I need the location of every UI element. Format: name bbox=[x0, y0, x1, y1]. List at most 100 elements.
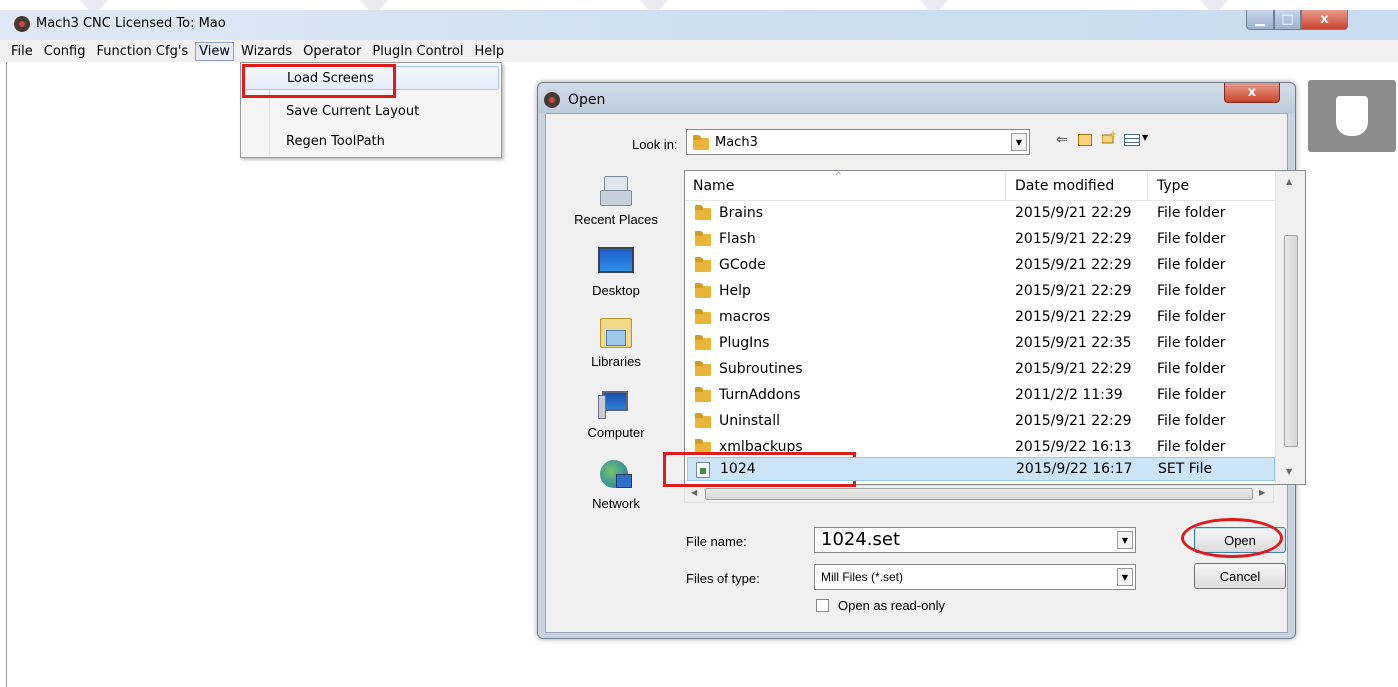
set-file-icon bbox=[696, 462, 710, 478]
chevron-down-icon[interactable]: ▼ bbox=[1011, 133, 1027, 151]
file-type: File folder bbox=[1157, 335, 1226, 351]
file-name: Uninstall bbox=[719, 413, 781, 429]
minimize-button[interactable]: ▁ bbox=[1246, 10, 1274, 30]
file-row-selected[interactable]: 1024 2015/9/22 16:17 SET File bbox=[687, 457, 1275, 481]
place-label: Computer bbox=[587, 425, 645, 440]
file-name: PlugIns bbox=[719, 335, 770, 351]
menu-plugin-control[interactable]: PlugIn Control bbox=[368, 42, 467, 61]
scroll-left-icon[interactable]: ◀ bbox=[691, 488, 697, 497]
file-date: 2015/9/21 22:29 bbox=[1015, 309, 1132, 325]
folder-icon bbox=[695, 231, 711, 246]
file-row[interactable]: TurnAddons 2011/2/2 11:39 File folder bbox=[687, 383, 1275, 409]
file-date: 2015/9/21 22:29 bbox=[1015, 205, 1132, 221]
frame-border bbox=[6, 62, 7, 687]
file-list-header: Name ^ Date modified Type bbox=[685, 171, 1275, 201]
column-date-modified[interactable]: Date modified bbox=[1015, 178, 1114, 194]
scroll-up-icon[interactable]: ▲ bbox=[1286, 177, 1292, 186]
menu-item-save-current-layout[interactable]: Save Current Layout bbox=[243, 100, 499, 124]
cancel-button[interactable]: Cancel bbox=[1194, 563, 1286, 589]
menu-view[interactable]: View bbox=[195, 41, 235, 61]
place-libraries[interactable]: Libraries bbox=[566, 316, 666, 369]
menu-function-cfgs[interactable]: Function Cfg's bbox=[92, 42, 192, 61]
menu-operator[interactable]: Operator bbox=[299, 42, 365, 61]
vertical-scrollbar[interactable]: ▲ ▼ bbox=[1275, 171, 1305, 484]
folder-icon bbox=[695, 413, 711, 428]
horizontal-scrollbar[interactable]: ◀ ▶ bbox=[684, 485, 1274, 503]
file-type: File folder bbox=[1157, 309, 1226, 325]
file-date: 2015/9/22 16:17 bbox=[1016, 461, 1133, 477]
close-icon: x bbox=[1320, 12, 1329, 27]
open-dialog: Open x Look in: Mach3 ▼ ⇐ ▼ Recent Place… bbox=[537, 82, 1306, 639]
file-row[interactable]: Help 2015/9/21 22:29 File folder bbox=[687, 279, 1275, 305]
annotation-box-load-screens bbox=[242, 64, 396, 98]
scrollbar-thumb[interactable] bbox=[1284, 235, 1298, 447]
file-name: Flash bbox=[719, 231, 756, 247]
file-date: 2015/9/21 22:29 bbox=[1015, 257, 1132, 273]
menu-wizards[interactable]: Wizards bbox=[237, 42, 296, 61]
maximize-button[interactable]: □ bbox=[1274, 10, 1301, 30]
desktop-icon bbox=[598, 245, 634, 279]
file-name: 1024 bbox=[720, 461, 756, 477]
usb-drive-icon bbox=[1336, 96, 1368, 136]
chevron-down-icon[interactable]: ▼ bbox=[1117, 531, 1133, 549]
column-type[interactable]: Type bbox=[1157, 178, 1189, 194]
dialog-close-button[interactable]: x bbox=[1224, 83, 1280, 103]
usb-device-widget[interactable] bbox=[1308, 80, 1396, 152]
file-row[interactable]: macros 2015/9/21 22:29 File folder bbox=[687, 305, 1275, 331]
folder-icon bbox=[695, 387, 711, 402]
back-arrow-icon[interactable]: ⇐ bbox=[1056, 132, 1068, 148]
place-computer[interactable]: Computer bbox=[566, 387, 666, 440]
folder-icon bbox=[693, 135, 709, 150]
file-name-input[interactable]: 1024.set ▼ bbox=[814, 527, 1136, 553]
place-label: Recent Places bbox=[574, 212, 658, 227]
views-menu-icon[interactable] bbox=[1124, 134, 1140, 146]
folder-icon bbox=[695, 309, 711, 324]
minimize-icon: ▁ bbox=[1255, 12, 1265, 27]
file-date: 2015/9/21 22:29 bbox=[1015, 413, 1132, 429]
chevron-down-icon[interactable]: ▼ bbox=[1117, 568, 1133, 586]
place-label: Network bbox=[592, 496, 640, 511]
file-type: File folder bbox=[1157, 205, 1226, 221]
file-row[interactable]: Brains 2015/9/21 22:29 File folder bbox=[687, 201, 1275, 227]
app-icon bbox=[14, 16, 30, 32]
files-of-type-select[interactable]: Mill Files (*.set) ▼ bbox=[814, 564, 1136, 590]
read-only-checkbox[interactable] bbox=[816, 599, 829, 612]
column-name[interactable]: Name bbox=[693, 178, 734, 194]
file-row[interactable]: PlugIns 2015/9/21 22:35 File folder bbox=[687, 331, 1275, 357]
close-button[interactable]: x bbox=[1301, 10, 1348, 30]
file-row[interactable]: Subroutines 2015/9/21 22:29 File folder bbox=[687, 357, 1275, 383]
scroll-down-icon[interactable]: ▼ bbox=[1286, 467, 1292, 476]
place-recent-places[interactable]: Recent Places bbox=[566, 174, 666, 227]
menu-item-regen-toolpath[interactable]: Regen ToolPath bbox=[243, 130, 499, 154]
file-list[interactable]: Name ^ Date modified Type Brains 2015/9/… bbox=[684, 170, 1306, 485]
libraries-icon bbox=[598, 316, 634, 350]
close-icon: x bbox=[1247, 85, 1257, 100]
scrollbar-thumb[interactable] bbox=[705, 488, 1253, 500]
place-network[interactable]: Network bbox=[566, 458, 666, 511]
menu-help[interactable]: Help bbox=[471, 42, 509, 61]
files-of-type-label: Files of type: bbox=[686, 571, 760, 586]
file-type: File folder bbox=[1157, 231, 1226, 247]
file-name: TurnAddons bbox=[719, 387, 801, 403]
look-in-label: Look in: bbox=[632, 137, 678, 152]
file-date: 2015/9/21 22:29 bbox=[1015, 361, 1132, 377]
folder-icon bbox=[695, 335, 711, 350]
file-type: File folder bbox=[1157, 257, 1226, 273]
menu-config[interactable]: Config bbox=[40, 42, 90, 61]
file-row[interactable]: GCode 2015/9/21 22:29 File folder bbox=[687, 253, 1275, 279]
file-row[interactable]: Flash 2015/9/21 22:29 File folder bbox=[687, 227, 1275, 253]
file-type: File folder bbox=[1157, 413, 1226, 429]
place-desktop[interactable]: Desktop bbox=[566, 245, 666, 298]
chevron-down-icon[interactable]: ▼ bbox=[1142, 133, 1148, 142]
file-type: File folder bbox=[1157, 439, 1226, 455]
file-name: Brains bbox=[719, 205, 763, 221]
scroll-right-icon[interactable]: ▶ bbox=[1259, 488, 1265, 497]
folder-icon bbox=[695, 257, 711, 272]
new-folder-icon[interactable] bbox=[1102, 130, 1116, 144]
file-row[interactable]: Uninstall 2015/9/21 22:29 File folder bbox=[687, 409, 1275, 435]
file-name: macros bbox=[719, 309, 771, 325]
look-in-combo[interactable]: Mach3 ▼ bbox=[686, 129, 1030, 155]
file-date: 2015/9/22 16:13 bbox=[1015, 439, 1132, 455]
menu-file[interactable]: File bbox=[7, 42, 37, 61]
up-folder-icon[interactable] bbox=[1078, 134, 1092, 146]
